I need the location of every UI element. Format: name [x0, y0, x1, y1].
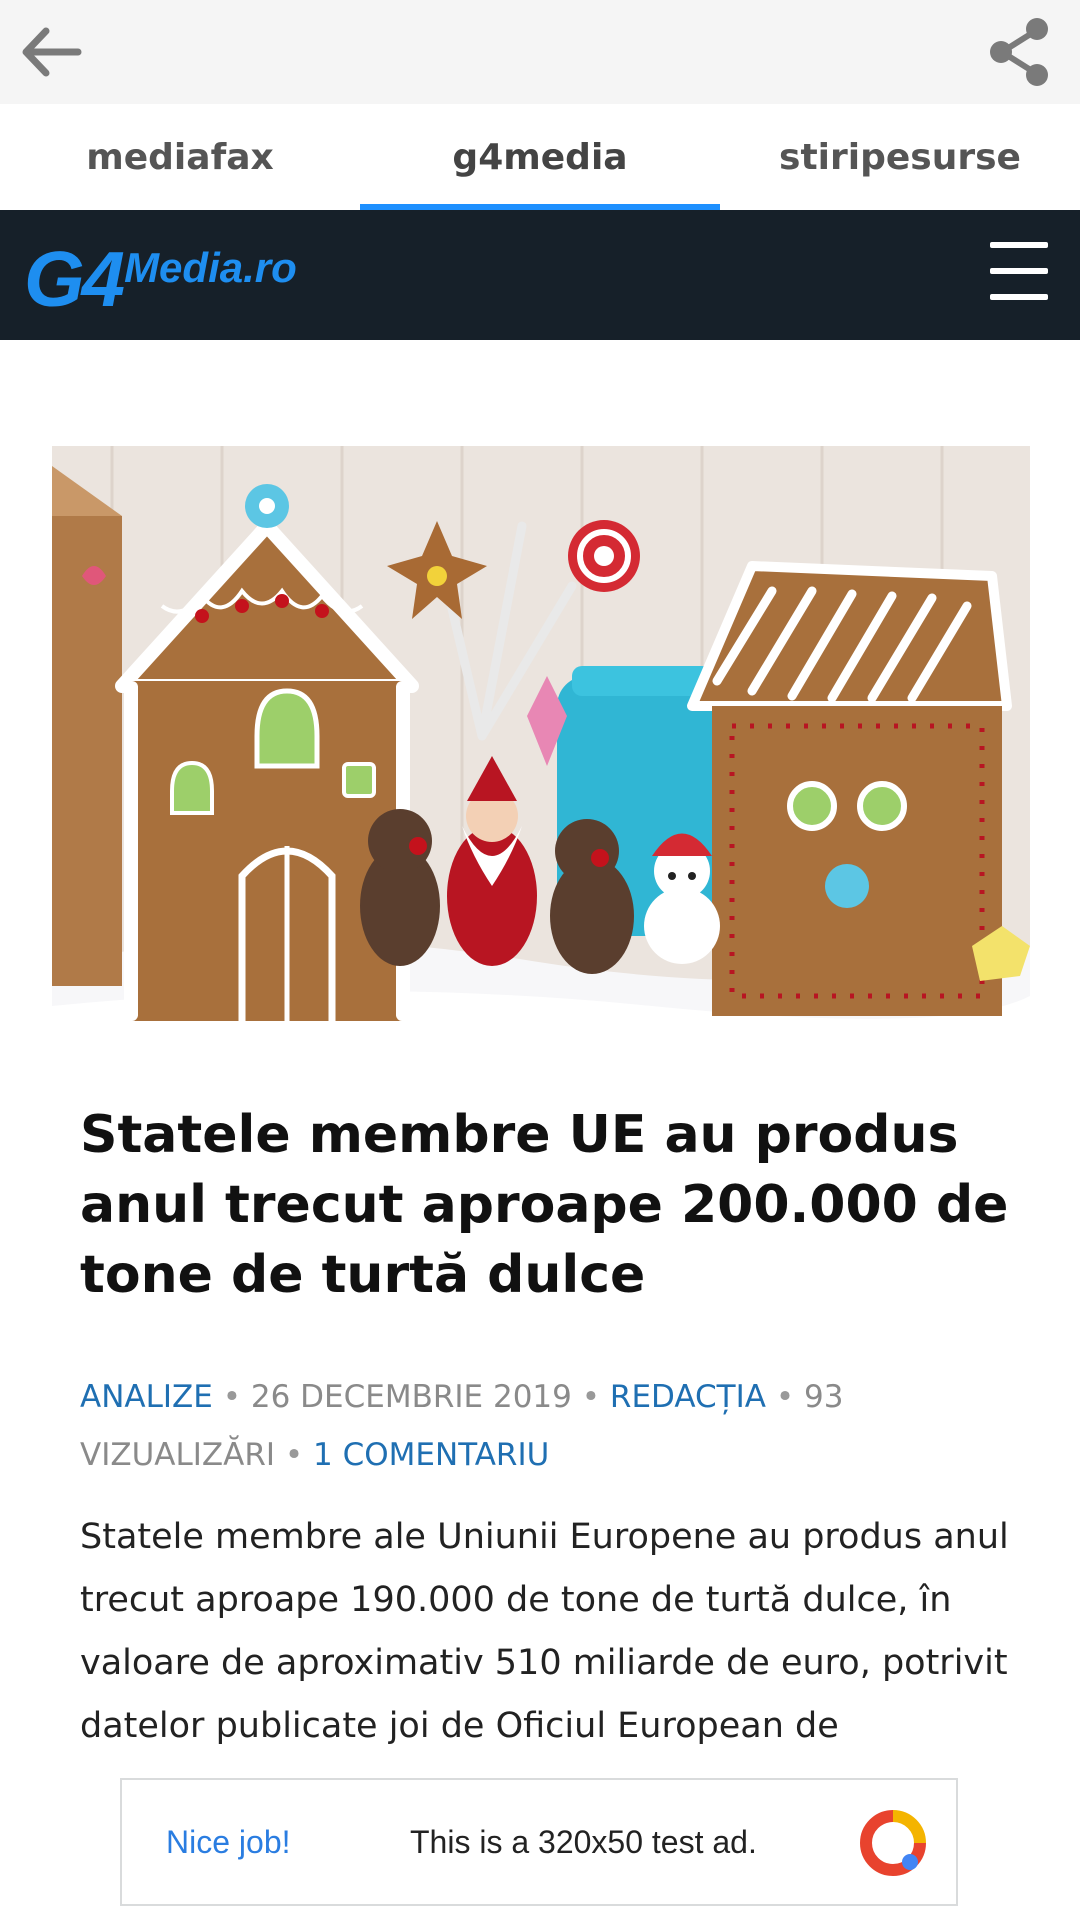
back-button[interactable] — [18, 24, 84, 80]
ad-label-left: Nice job! — [166, 1824, 291, 1860]
arrow-left-icon — [22, 27, 82, 77]
menu-line — [990, 294, 1048, 300]
article-hero-image — [52, 446, 1030, 1056]
category-link[interactable]: ANALIZE — [80, 1379, 213, 1415]
meta-separator: • — [775, 1379, 795, 1415]
menu-line — [990, 268, 1048, 274]
article-date: 26 DECEMBRIE 2019 — [250, 1379, 572, 1415]
menu-line — [990, 242, 1048, 248]
meta-separator: • — [581, 1379, 601, 1415]
ad-label-main: This is a 320x50 test ad. — [410, 1824, 757, 1860]
tab-stiripesurse[interactable]: stiripesurse — [720, 104, 1080, 210]
logo-main-text: G4 — [24, 235, 125, 323]
site-header: G4 Media.ro — [0, 210, 1080, 340]
app-bar — [0, 0, 1080, 104]
article-title: Statele membre UE au produs anul trecut … — [80, 1105, 1009, 1305]
article-meta: ANALIZE • 26 DECEMBRIE 2019 • REDACȚIA •… — [80, 1368, 1020, 1484]
share-icon — [990, 18, 1048, 86]
gingerbread-houses-image — [52, 446, 1030, 1056]
ad-banner[interactable]: Nice job! This is a 320x50 test ad. — [120, 1778, 958, 1906]
meta-separator: • — [222, 1379, 241, 1415]
ad-choices-icon[interactable] — [860, 1810, 926, 1876]
logo-suffix-text: Media.ro — [124, 244, 297, 291]
share-button[interactable] — [984, 16, 1056, 88]
site-logo[interactable]: G4 Media.ro — [24, 238, 297, 318]
hamburger-menu-icon[interactable] — [990, 242, 1048, 300]
article-body: Statele membre ale Uniunii Europene au p… — [80, 1517, 1009, 1746]
meta-separator: • — [284, 1437, 304, 1473]
tab-g4media[interactable]: g4media — [360, 104, 720, 210]
comments-link[interactable]: 1 COMENTARIU — [313, 1437, 549, 1473]
source-tabs: mediafax g4media stiripesurse — [0, 104, 1080, 210]
author-link[interactable]: REDACȚIA — [610, 1379, 766, 1415]
tab-mediafax[interactable]: mediafax — [0, 104, 360, 210]
